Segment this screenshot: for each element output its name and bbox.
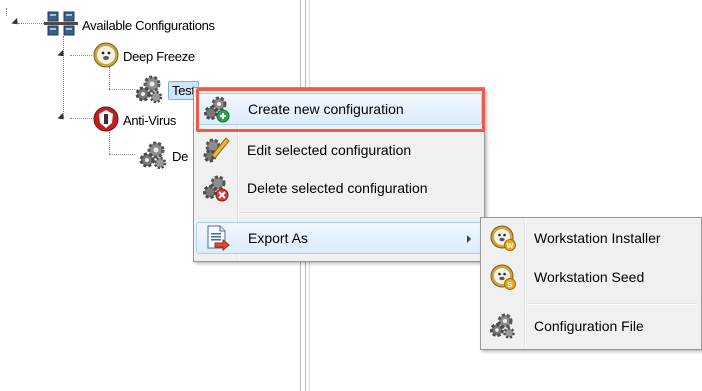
tree-node-label: Anti-Virus <box>123 113 177 128</box>
tree-connector <box>109 89 135 90</box>
menu-item-label: Workstation Installer <box>534 230 661 246</box>
workstation-seed-menu-item[interactable]: S Workstation Seed <box>483 261 699 293</box>
delete-configuration-menu-item[interactable]: Delete selected configuration <box>196 172 482 204</box>
submenu-arrow-icon <box>467 235 471 243</box>
menu-separator <box>240 212 480 214</box>
tree-connector <box>109 154 135 155</box>
gears-icon <box>134 74 164 107</box>
tree-connector <box>109 132 110 154</box>
tree-root-node[interactable]: Available Configurations <box>44 11 215 40</box>
bear-installer-icon: W <box>489 224 517 252</box>
tree-node-label: De <box>172 149 189 164</box>
context-menu: Create new configuration Edit selected c… <box>193 87 485 262</box>
menu-item-label: Export As <box>248 230 308 246</box>
tree-node-deep-freeze[interactable]: Deep Freeze <box>93 42 195 71</box>
tree-node-anti-virus[interactable]: Anti-Virus <box>93 106 176 135</box>
svg-text:W: W <box>507 243 514 250</box>
export-as-menu-item[interactable]: Export As <box>196 222 482 254</box>
gears-add-icon <box>203 95 231 123</box>
menu-item-label: Delete selected configuration <box>247 180 428 196</box>
tree-connector <box>18 23 44 24</box>
export-document-icon <box>203 224 231 252</box>
collapse-arrow-icon[interactable] <box>11 17 21 28</box>
gears-icon <box>138 140 168 173</box>
tree-connector <box>6 8 7 16</box>
tree-connector <box>70 55 92 56</box>
menu-separator <box>527 303 697 305</box>
collapse-arrow-icon[interactable] <box>57 112 67 123</box>
workstation-installer-menu-item[interactable]: W Workstation Installer <box>483 222 699 254</box>
export-submenu: W Workstation Installer S Workstation Se… <box>480 217 702 350</box>
deep-freeze-bear-icon <box>93 42 119 71</box>
gears-icon <box>489 312 517 340</box>
gears-delete-icon <box>202 174 230 202</box>
menu-item-label: Create new configuration <box>248 101 404 117</box>
tree-connector <box>70 118 92 119</box>
tree-connector <box>63 36 64 118</box>
collapse-arrow-icon[interactable] <box>57 49 67 60</box>
gears-edit-icon <box>202 136 230 164</box>
menu-item-label: Workstation Seed <box>534 269 645 285</box>
menu-item-label: Configuration File <box>534 318 644 334</box>
tree-node-de[interactable]: De <box>138 140 188 173</box>
antivirus-shield-icon <box>93 106 119 135</box>
svg-text:S: S <box>508 282 513 289</box>
configuration-file-menu-item[interactable]: Configuration File <box>483 310 699 342</box>
edit-configuration-menu-item[interactable]: Edit selected configuration <box>196 134 482 166</box>
create-configuration-menu-item[interactable]: Create new configuration <box>196 93 482 125</box>
bear-seed-icon: S <box>489 263 517 291</box>
tree-node-label: Deep Freeze <box>123 49 195 64</box>
tree-node-test[interactable]: Test <box>134 74 199 107</box>
tree-root-label: Available Configurations <box>82 18 215 33</box>
menu-item-label: Edit selected configuration <box>247 142 412 158</box>
network-servers-icon <box>44 11 78 40</box>
